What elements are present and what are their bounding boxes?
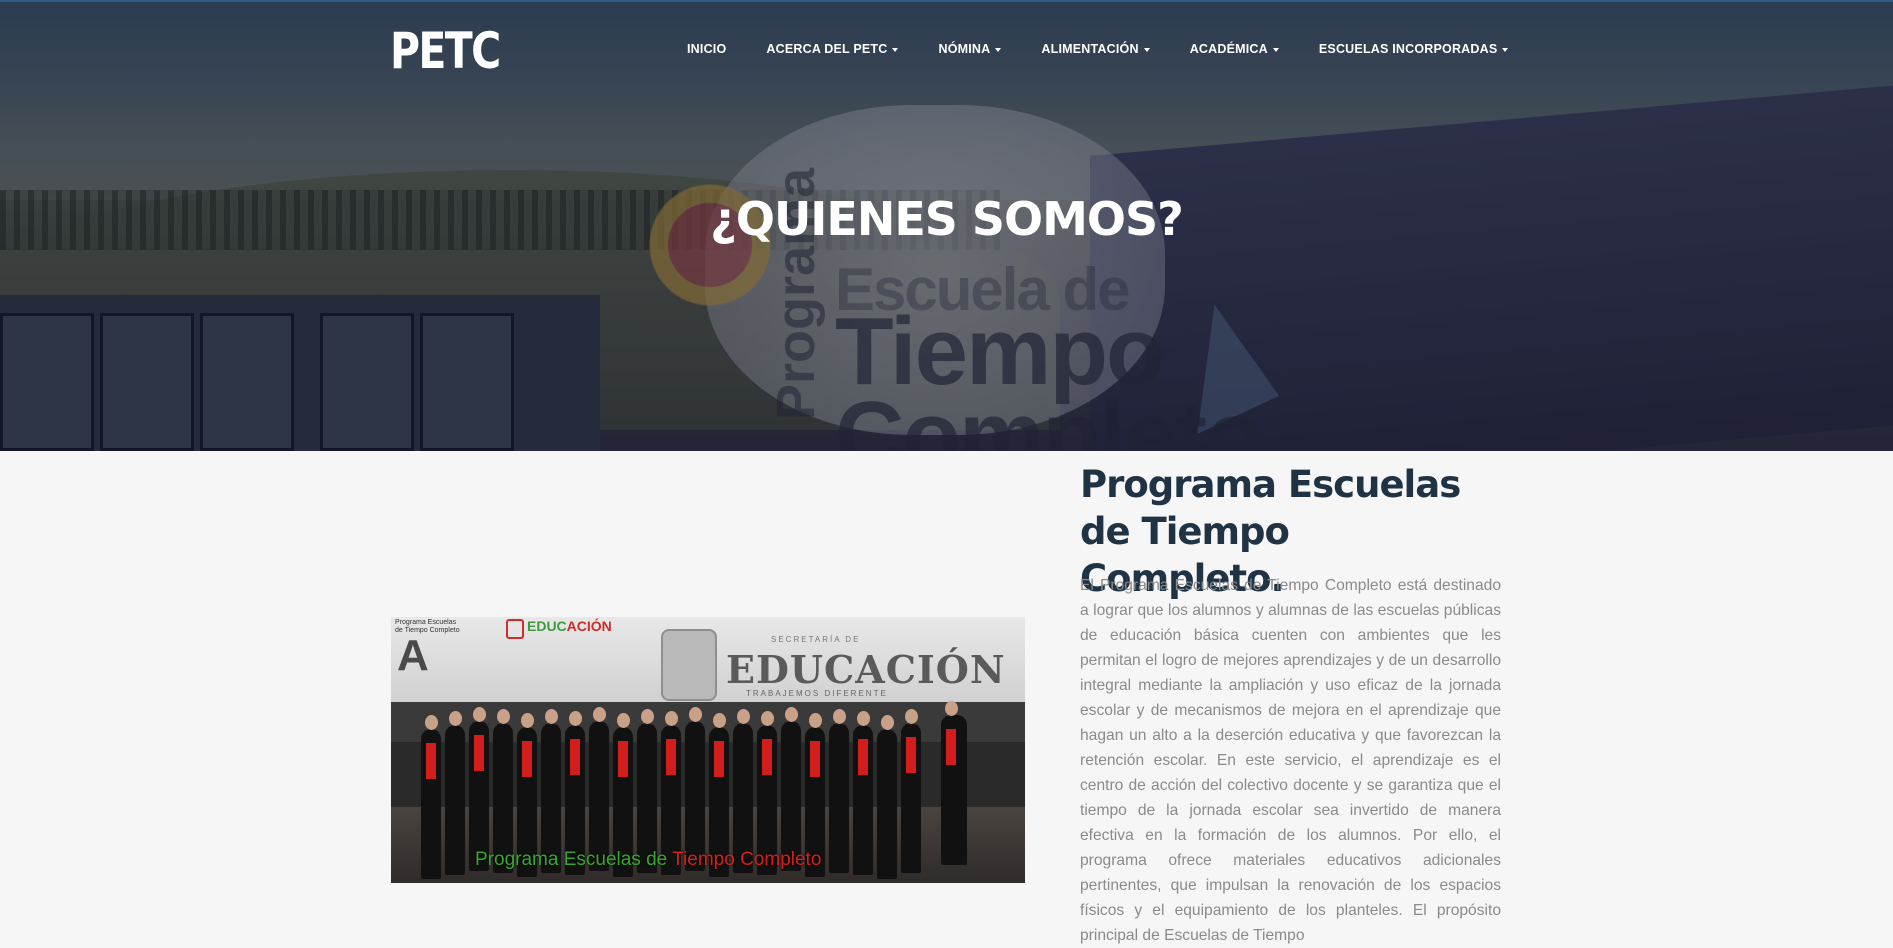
brand-red: ACIÓN <box>566 618 612 634</box>
caret-down-icon <box>1502 47 1509 52</box>
photo-building-subtitle: TRABAJEMOS DIFERENTE <box>746 689 888 698</box>
main-nav: INICIO ACERCA DEL PETC NÓMINA ALIMENTACI… <box>687 42 1509 56</box>
nav-label: ESCUELAS INCORPORADAS <box>1318 42 1498 56</box>
caret-down-icon <box>995 47 1002 52</box>
nav-label: NÓMINA <box>938 42 991 56</box>
person <box>901 709 921 873</box>
person <box>421 715 441 879</box>
nav-label: ACADÉMICA <box>1189 42 1268 56</box>
caret-down-icon <box>1272 47 1279 52</box>
person <box>445 711 465 875</box>
nav-escuelas-incorporadas[interactable]: ESCUELAS INCORPORADAS <box>1319 42 1509 56</box>
caption-green: Programa Escuelas de <box>475 849 668 870</box>
photo-building-sign: EDUCACIÓN <box>726 647 1006 692</box>
photo-secretaria: SECRETARÍA DE <box>771 635 861 644</box>
hero-banner: Escuela de Tiempo Completo Programa PETC… <box>0 0 1893 451</box>
person <box>829 709 849 873</box>
nav-acerca[interactable]: ACERCA DEL PETC <box>766 42 899 56</box>
nav-label: ACERCA DEL PETC <box>766 42 888 56</box>
brand-green: EDUC <box>527 618 567 634</box>
person <box>877 715 897 879</box>
photo-people <box>421 701 981 879</box>
person <box>941 701 967 865</box>
section-title-line1: Programa Escuelas <box>1080 463 1461 506</box>
nav-label: ALIMENTACIÓN <box>1041 42 1139 56</box>
nav-inicio[interactable]: INICIO <box>687 42 726 56</box>
photo-letter: A <box>397 631 429 680</box>
top-border <box>0 0 1893 2</box>
section-body: El Programa Escuelas de Tiempo Completo … <box>1080 577 1501 944</box>
state-seal-icon <box>661 629 717 701</box>
photo-caption: Programa Escuelas de Tiempo Completo <box>475 849 821 871</box>
group-photo: Programa Escuelas de Tiempo Completo A E… <box>391 617 1025 883</box>
nav-nomina[interactable]: NÓMINA <box>938 42 1002 56</box>
nav-academica[interactable]: ACADÉMICA <box>1190 42 1279 56</box>
person <box>853 711 873 875</box>
caret-down-icon <box>892 47 899 52</box>
photo-brand: EDUCACIÓN <box>527 618 612 634</box>
page-title: ¿QUIENES SOMOS? <box>710 192 1184 246</box>
site-logo[interactable]: PETC <box>390 22 501 80</box>
caption-red: Tiempo Completo <box>672 849 822 870</box>
brand-seal-icon <box>506 619 524 639</box>
nav-alimentacion[interactable]: ALIMENTACIÓN <box>1041 42 1150 56</box>
caret-down-icon <box>1143 47 1150 52</box>
nav-label: INICIO <box>687 42 727 56</box>
